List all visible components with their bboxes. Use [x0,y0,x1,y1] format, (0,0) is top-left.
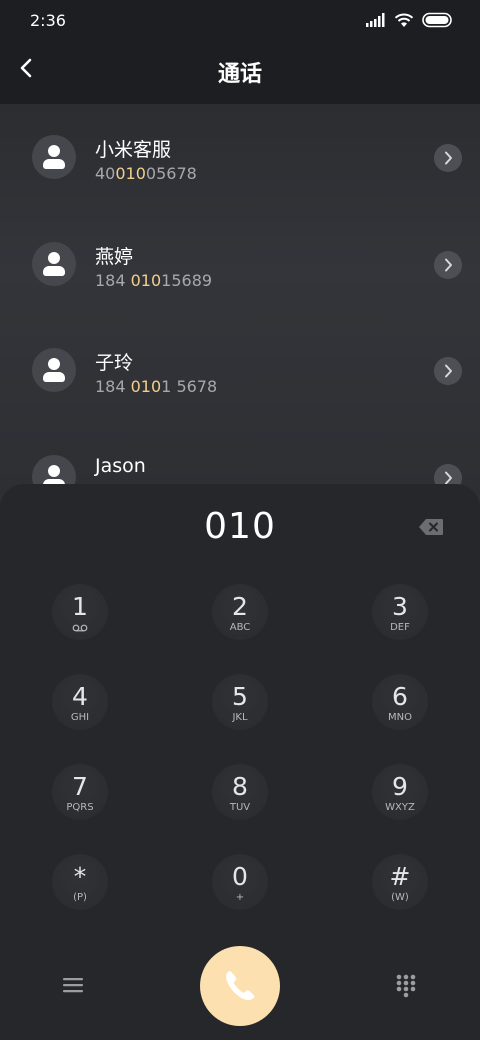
contact-item[interactable]: 燕婷 184 01015689 [0,211,480,317]
key-star[interactable]: * (P) [52,854,108,910]
contact-name: 小米客服 [95,139,172,161]
phone-icon [226,971,255,1001]
key-5[interactable]: 5 JKL [212,674,268,730]
chevron-right-icon[interactable] [434,357,462,385]
wifi-icon [394,13,414,27]
call-button[interactable] [200,946,280,1026]
avatar-icon [32,242,76,286]
contact-number: 184 0101 5678 [95,377,218,396]
dialed-number-display[interactable]: 010 [0,506,480,547]
number-match-highlight: 010 [115,164,146,183]
contact-list[interactable]: 小米客服 4001005678 燕婷 184 01015689 子玲 184 0… [0,104,480,524]
key-3[interactable]: 3 DEF [372,584,428,640]
contact-number: 184 01015689 [95,271,213,290]
key-1[interactable]: 1 [52,584,108,640]
battery-icon [422,12,452,28]
status-bar: 2:36 [0,0,480,42]
key-9[interactable]: 9 WXYZ [372,764,428,820]
key-hash[interactable]: # (W) [372,854,428,910]
dialpad-grid-icon[interactable] [396,974,416,998]
header: 通话 [0,42,480,104]
backspace-icon[interactable] [418,518,444,536]
chevron-right-icon[interactable] [434,251,462,279]
contact-name: 燕婷 [95,246,134,268]
contact-item[interactable]: 小米客服 4001005678 [0,104,480,210]
number-match-highlight: 010 [130,271,162,290]
status-time: 2:36 [30,11,66,30]
contact-item[interactable]: 子玲 184 0101 5678 [0,317,480,423]
key-4[interactable]: 4 GHI [52,674,108,730]
dialpad-bottom-bar [0,944,480,1040]
chevron-right-icon[interactable] [434,144,462,172]
contact-number: 4001005678 [95,164,197,183]
voicemail-icon [72,624,88,632]
dialpad-panel: 010 1 2 ABC 3 DEF 4 GHI 5 JKL 6 MNO 7 PQ… [0,484,480,1040]
status-icons [366,12,454,28]
number-match-highlight: 010 [130,377,162,396]
key-8[interactable]: 8 TUV [212,764,268,820]
contact-name: Jason [95,455,146,477]
contact-name: 子玲 [95,352,134,374]
menu-icon[interactable] [62,976,84,994]
avatar-icon [32,348,76,392]
avatar-icon [32,135,76,179]
key-7[interactable]: 7 PQRS [52,764,108,820]
key-2[interactable]: 2 ABC [212,584,268,640]
key-0[interactable]: 0 + [212,854,268,910]
page-title: 通话 [217,62,262,87]
key-6[interactable]: 6 MNO [372,674,428,730]
signal-icon [366,13,385,27]
